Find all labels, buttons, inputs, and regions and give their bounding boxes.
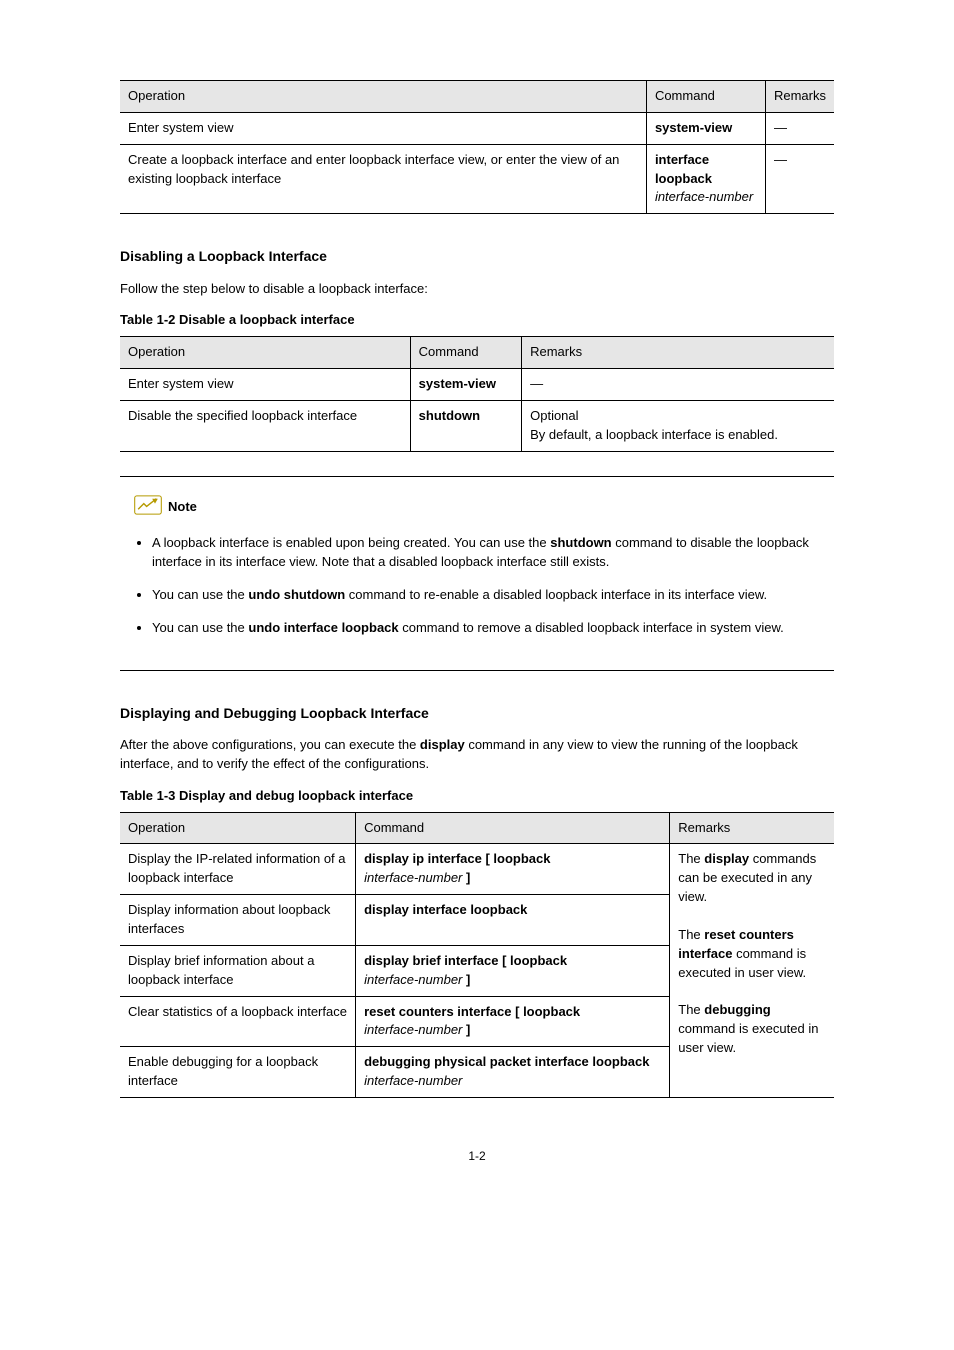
section-title-disable: Disabling a Loopback Interface <box>120 246 834 266</box>
cmd-cell: display ip interface [ loopback interfac… <box>356 844 670 895</box>
note-label: Note <box>168 498 197 517</box>
cmd-cell: interface loopback interface-number <box>646 144 765 214</box>
table-caption: Table 1-3 Display and debug loopback int… <box>120 787 834 806</box>
op-cell: Display information about loopback inter… <box>120 895 356 946</box>
cmd-cell: system-view <box>410 369 521 401</box>
list-item: You can use the undo shutdown command to… <box>152 586 834 605</box>
rem-cell: OptionalBy default, a loopback interface… <box>522 400 834 451</box>
col-operation: Operation <box>120 81 646 113</box>
table-create-loopback: Operation Command Remarks Enter system v… <box>120 80 834 214</box>
section-intro: Follow the step below to disable a loopb… <box>120 280 834 299</box>
section-title-display: Displaying and Debugging Loopback Interf… <box>120 703 834 723</box>
op-cell: Enable debugging for a loopback interfac… <box>120 1047 356 1098</box>
op-cell: Display the IP-related information of a … <box>120 844 356 895</box>
list-item: A loopback interface is enabled upon bei… <box>152 534 834 572</box>
table-row: Display the IP-related information of a … <box>120 844 834 895</box>
col-remarks: Remarks <box>765 81 834 113</box>
table-display-loopback: Operation Command Remarks Display the IP… <box>120 812 834 1098</box>
col-operation: Operation <box>120 337 410 369</box>
op-cell: Clear statistics of a loopback interface <box>120 996 356 1047</box>
cmd-cell: system-view <box>646 112 765 144</box>
col-command: Command <box>356 812 670 844</box>
cmd-cell: display interface loopback <box>356 895 670 946</box>
list-item: You can use the undo interface loopback … <box>152 619 834 638</box>
cmd-cell: display brief interface [ loopback inter… <box>356 945 670 996</box>
table-row: Enter system view system-view — <box>120 369 834 401</box>
col-operation: Operation <box>120 812 356 844</box>
table-row: Enter system view system-view — <box>120 112 834 144</box>
cmd-cell: reset counters interface [ loopback inte… <box>356 996 670 1047</box>
note-pencil-icon <box>134 495 162 521</box>
cmd-cell: debugging physical packet interface loop… <box>356 1047 670 1098</box>
table-caption: Table 1-2 Disable a loopback interface <box>120 311 834 330</box>
cmd-cell: shutdown <box>410 400 521 451</box>
op-cell: Enter system view <box>120 112 646 144</box>
table-row: Create a loopback interface and enter lo… <box>120 144 834 214</box>
col-remarks: Remarks <box>522 337 834 369</box>
section-intro: After the above configurations, you can … <box>120 736 834 774</box>
note-list: A loopback interface is enabled upon bei… <box>134 534 834 637</box>
op-cell: Enter system view <box>120 369 410 401</box>
rem-cell: — <box>765 112 834 144</box>
op-cell: Display brief information about a loopba… <box>120 945 356 996</box>
table-row: Disable the specified loopback interface… <box>120 400 834 451</box>
page-number: 1-2 <box>120 1148 834 1165</box>
rem-cell: — <box>765 144 834 214</box>
col-command: Command <box>410 337 521 369</box>
table-disable-loopback: Operation Command Remarks Enter system v… <box>120 336 834 451</box>
op-cell: Create a loopback interface and enter lo… <box>120 144 646 214</box>
col-command: Command <box>646 81 765 113</box>
col-remarks: Remarks <box>670 812 834 844</box>
rem-cell: The display commands can be executed in … <box>670 844 834 1097</box>
op-cell: Disable the specified loopback interface <box>120 400 410 451</box>
rem-cell: — <box>522 369 834 401</box>
note-callout: Note A loopback interface is enabled upo… <box>120 476 834 671</box>
